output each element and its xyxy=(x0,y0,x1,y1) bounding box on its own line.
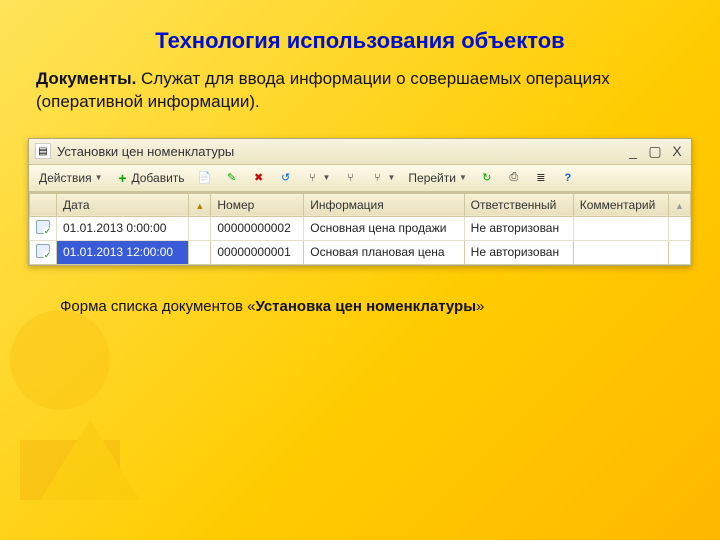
reload-button[interactable]: ↻ xyxy=(475,168,499,188)
cell-date: 01.01.2013 0:00:00 xyxy=(57,216,189,240)
app-icon: ▤ xyxy=(35,143,51,159)
col-info[interactable]: Информация xyxy=(304,193,464,216)
scroll-up-icon: ▲ xyxy=(675,201,684,211)
actions-menu[interactable]: Действия ▼ xyxy=(34,168,108,188)
cell-comment xyxy=(573,216,668,240)
filter-icon: ⑂ xyxy=(343,171,357,185)
goto-menu[interactable]: Перейти ▼ xyxy=(403,168,471,188)
cell-sort xyxy=(189,216,211,240)
reload-icon: ↻ xyxy=(480,171,494,185)
filter-icon: ⑂ xyxy=(306,171,320,185)
refresh-button[interactable]: ↺ xyxy=(274,168,298,188)
window-titlebar[interactable]: ▤ Установки цен номенклатуры _ ▢ X xyxy=(29,139,691,165)
col-scroll: ▲ xyxy=(669,193,691,216)
document-ok-icon xyxy=(36,220,50,234)
cell-number: 00000000001 xyxy=(211,240,304,264)
list-icon: ≣ xyxy=(534,171,548,185)
table-row[interactable]: 01.01.2013 0:00:00 00000000002Основная це… xyxy=(30,216,691,240)
col-responsible[interactable]: Ответственный xyxy=(464,193,573,216)
close-button[interactable]: X xyxy=(669,143,685,160)
help-button[interactable]: ? xyxy=(556,168,580,188)
cell-responsible: Не авторизован xyxy=(464,216,573,240)
cell-scroll xyxy=(669,216,691,240)
delete-button[interactable]: ✖ xyxy=(247,168,271,188)
copy-button[interactable]: 📄 xyxy=(193,168,217,188)
filter2-button[interactable]: ⑂ xyxy=(338,168,362,188)
col-number[interactable]: Номер xyxy=(211,193,304,216)
chevron-down-icon: ▼ xyxy=(387,173,395,182)
caption-bold: Установка цен номенклатуры xyxy=(255,298,476,315)
refresh-icon: ↺ xyxy=(279,171,293,185)
cell-comment xyxy=(573,240,668,264)
window-controls: _ ▢ X xyxy=(625,143,685,160)
filter-icon: ⑂ xyxy=(370,171,384,185)
cell-responsible: Не авторизован xyxy=(464,240,573,264)
help-icon: ? xyxy=(561,171,575,185)
chevron-down-icon: ▼ xyxy=(459,173,467,182)
cell-info: Основная цена продажи xyxy=(304,216,464,240)
add-button[interactable]: + Добавить xyxy=(111,168,190,188)
filter3-button[interactable]: ⑂▼ xyxy=(365,168,400,188)
cell-scroll xyxy=(669,240,691,264)
col-icon[interactable] xyxy=(30,193,57,216)
table-header-row: Дата ▲ Номер Информация Ответственный Ко… xyxy=(30,193,691,216)
row-icon-cell xyxy=(30,216,57,240)
col-date[interactable]: Дата xyxy=(57,193,189,216)
chevron-down-icon: ▼ xyxy=(95,173,103,182)
plus-icon: + xyxy=(116,171,130,185)
cell-number: 00000000002 xyxy=(211,216,304,240)
add-label: Добавить xyxy=(132,171,185,185)
copy-icon: 📄 xyxy=(198,171,212,185)
minimize-button[interactable]: _ xyxy=(625,143,641,160)
page-description: Документы. Служат для ввода информации о… xyxy=(0,68,720,128)
list-button[interactable]: ≣ xyxy=(529,168,553,188)
print-icon: ⎙ xyxy=(507,171,521,185)
print-button[interactable]: ⎙ xyxy=(502,168,526,188)
col-sort[interactable]: ▲ xyxy=(189,193,211,216)
chevron-down-icon: ▼ xyxy=(323,173,331,182)
filter1-button[interactable]: ⑂▼ xyxy=(301,168,336,188)
window-title: Установки цен номенклатуры xyxy=(57,144,625,159)
caption-tail: » xyxy=(476,298,484,315)
description-bold: Документы. xyxy=(36,69,136,88)
actions-label: Действия xyxy=(39,171,92,185)
page-title: Технология использования объектов xyxy=(0,0,720,68)
edit-button[interactable]: ✎ xyxy=(220,168,244,188)
delete-icon: ✖ xyxy=(252,171,266,185)
toolbar: Действия ▼ + Добавить 📄 ✎ ✖ ↺ ⑂▼ ⑂ ⑂▼ Пе… xyxy=(29,165,691,192)
cell-info: Основая плановая цена xyxy=(304,240,464,264)
goto-label: Перейти xyxy=(408,171,456,185)
col-comment[interactable]: Комментарий xyxy=(573,193,668,216)
restore-button[interactable]: ▢ xyxy=(647,143,663,160)
edit-icon: ✎ xyxy=(225,171,239,185)
decorative-background xyxy=(0,240,200,540)
sort-icon: ▲ xyxy=(195,201,204,211)
document-ok-icon xyxy=(36,244,50,258)
